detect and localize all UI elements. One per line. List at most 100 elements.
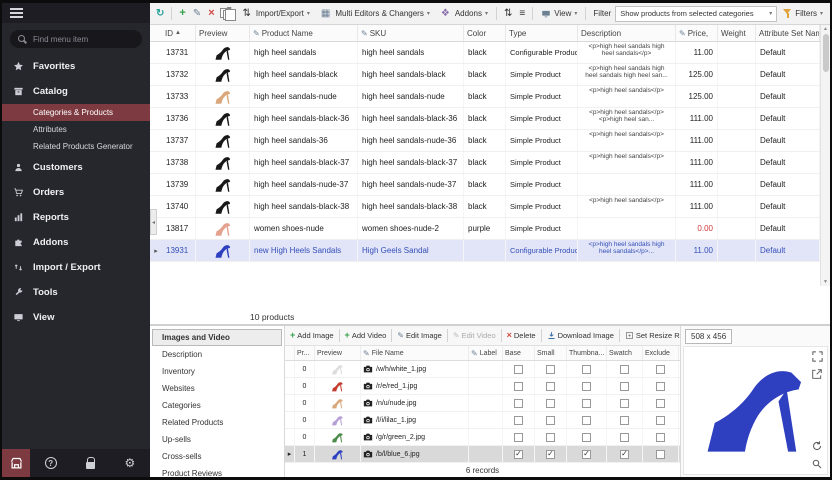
column-header-preview[interactable]: Preview bbox=[315, 346, 361, 360]
small-checkbox[interactable] bbox=[546, 399, 555, 408]
lock-icon[interactable] bbox=[86, 462, 95, 469]
scroll-down-icon[interactable]: ▼ bbox=[823, 279, 828, 285]
exclude-checkbox[interactable] bbox=[656, 382, 665, 391]
scroll-up-icon[interactable]: ▲ bbox=[823, 26, 828, 32]
column-header-preview[interactable]: Preview bbox=[196, 25, 250, 41]
sidebar-item-import-export[interactable]: Import / Export bbox=[2, 255, 150, 280]
column-header-label[interactable]: ✎Label bbox=[469, 346, 503, 360]
small-checkbox[interactable] bbox=[546, 433, 555, 442]
small-checkbox[interactable] bbox=[546, 365, 555, 374]
image-row[interactable]: 0/w/h/white_1.jpg bbox=[285, 361, 680, 378]
image-row[interactable]: 0/g/r/green_2.jpg bbox=[285, 429, 680, 446]
columns-button[interactable]: ≡ bbox=[517, 8, 527, 20]
product-row[interactable]: 13732high heel sandals-blackhigh heel sa… bbox=[150, 64, 830, 86]
help-icon[interactable]: ? bbox=[45, 457, 57, 469]
paste-button[interactable] bbox=[225, 8, 227, 20]
addons-menu[interactable]: ❖ Addons ▾ bbox=[436, 6, 491, 22]
delete-image-button[interactable]: ×Delete bbox=[505, 330, 538, 341]
multi-editors-menu[interactable]: ▦ Multi Editors & Changers ▾ bbox=[316, 6, 433, 22]
image-row[interactable]: 0/l/i/lilac_1.jpg bbox=[285, 412, 680, 429]
tab-related-products[interactable]: Related Products bbox=[152, 414, 282, 431]
column-header-description[interactable]: Description bbox=[578, 25, 676, 41]
product-row[interactable]: 13738high heel sandals-black-37high heel… bbox=[150, 152, 830, 174]
sort-button[interactable]: ⇅ bbox=[502, 8, 514, 20]
small-checkbox[interactable]: ✓ bbox=[546, 450, 555, 459]
column-header-weight[interactable]: Weight bbox=[718, 25, 756, 41]
base-checkbox[interactable]: ✓ bbox=[514, 450, 523, 459]
tab-inventory[interactable]: Inventory bbox=[152, 363, 282, 380]
column-header-file[interactable]: ✎File Name bbox=[361, 346, 469, 360]
swatch-checkbox[interactable] bbox=[620, 399, 629, 408]
delete-product-button[interactable]: × bbox=[206, 7, 216, 20]
sidebar-item-reports[interactable]: Reports bbox=[2, 205, 150, 230]
products-scrollbar[interactable]: ▲ ▼ bbox=[820, 25, 830, 286]
refresh-button[interactable]: ↻ bbox=[154, 8, 166, 20]
product-row[interactable]: 13733high heel sandals-nudehigh heel san… bbox=[150, 86, 830, 108]
column-header-type[interactable]: Type bbox=[506, 25, 578, 41]
external-link-icon[interactable] bbox=[811, 367, 824, 380]
column-header-id[interactable]: ID▲ bbox=[162, 25, 196, 41]
import-export-menu[interactable]: ⇅ Import/Export ▾ bbox=[237, 6, 312, 22]
base-checkbox[interactable] bbox=[514, 399, 523, 408]
column-header-sku[interactable]: ✎SKU bbox=[358, 25, 464, 41]
swatch-checkbox[interactable] bbox=[620, 365, 629, 374]
tab-up-sells[interactable]: Up-sells bbox=[152, 431, 282, 448]
swatch-checkbox[interactable] bbox=[620, 433, 629, 442]
thumbnail-checkbox[interactable]: ✓ bbox=[582, 450, 591, 459]
sidebar-item-attributes[interactable]: Attributes bbox=[2, 121, 150, 138]
exclude-checkbox[interactable] bbox=[656, 450, 665, 459]
rotate-icon[interactable] bbox=[811, 439, 824, 452]
column-header-marker[interactable] bbox=[285, 346, 295, 360]
swatch-checkbox[interactable] bbox=[620, 382, 629, 391]
collapse-panel-handle[interactable]: ◂ bbox=[150, 209, 157, 235]
copy-button[interactable] bbox=[220, 8, 222, 20]
base-checkbox[interactable] bbox=[514, 365, 523, 374]
thumbnail-checkbox[interactable] bbox=[582, 433, 591, 442]
sidebar-search-input[interactable]: Find menu item bbox=[10, 30, 142, 48]
small-checkbox[interactable] bbox=[546, 416, 555, 425]
sidebar-item-orders[interactable]: Orders bbox=[2, 180, 150, 205]
product-row[interactable]: 13737high heel sandals-36high heel sanda… bbox=[150, 130, 830, 152]
thumbnail-checkbox[interactable] bbox=[582, 399, 591, 408]
sidebar-item-view[interactable]: View bbox=[2, 305, 150, 330]
column-header-small[interactable]: Small bbox=[535, 346, 567, 360]
image-row[interactable]: ▸1/b/l/blue_6.jpg✓✓✓✓ bbox=[285, 446, 680, 463]
product-row[interactable]: ▸13931new High Heels SandalsHigh Geels S… bbox=[150, 240, 830, 262]
tab-description[interactable]: Description bbox=[152, 346, 282, 363]
product-row[interactable]: 13817women shoes-nudewomen shoes-nude-2p… bbox=[150, 218, 830, 240]
sidebar-item-catalog[interactable]: Catalog bbox=[2, 79, 150, 104]
tab-categories[interactable]: Categories bbox=[152, 397, 282, 414]
filters-button[interactable]: Filters ▾ bbox=[780, 7, 826, 21]
zoom-icon[interactable] bbox=[811, 457, 824, 470]
edit-image-button[interactable]: ✎Edit Image bbox=[395, 330, 444, 341]
view-menu[interactable]: View ▾ bbox=[538, 7, 580, 21]
add-image-button[interactable]: +Add Image bbox=[288, 330, 336, 341]
store-icon[interactable] bbox=[2, 449, 30, 477]
column-header-thumbnail[interactable]: Thumbna... bbox=[567, 346, 607, 360]
category-filter-select[interactable]: Show products from selected categories ▾ bbox=[615, 6, 777, 22]
exclude-checkbox[interactable] bbox=[656, 433, 665, 442]
sidebar-item-favorites[interactable]: Favorites bbox=[2, 54, 150, 79]
column-header-swatch[interactable]: Swatch bbox=[607, 346, 643, 360]
column-header-attr[interactable]: Attribute Set Name bbox=[756, 25, 820, 41]
edit-video-button[interactable]: ✎Edit Video bbox=[451, 330, 498, 341]
exclude-checkbox[interactable] bbox=[656, 416, 665, 425]
fullscreen-icon[interactable] bbox=[811, 350, 824, 363]
image-row[interactable]: 0/n/u/nude.jpg bbox=[285, 395, 680, 412]
exclude-checkbox[interactable] bbox=[656, 365, 665, 374]
product-row[interactable]: 13736high heel sandals-black-36high heel… bbox=[150, 108, 830, 130]
sidebar-item-tools[interactable]: Tools bbox=[2, 280, 150, 305]
tab-cross-sells[interactable]: Cross-sells bbox=[152, 448, 282, 465]
edit-product-button[interactable]: ✎ bbox=[191, 8, 203, 20]
thumbnail-checkbox[interactable] bbox=[582, 365, 591, 374]
sidebar-item-related-products-generator[interactable]: Related Products Generator bbox=[2, 138, 150, 155]
gear-icon[interactable]: ⚙ bbox=[125, 457, 136, 469]
column-header-exclude[interactable]: Exclude bbox=[643, 346, 679, 360]
scrollbar-thumb[interactable] bbox=[823, 34, 829, 72]
exclude-checkbox[interactable] bbox=[656, 399, 665, 408]
product-row[interactable]: 13739high heel sandals-nude-37high heel … bbox=[150, 174, 830, 196]
tab-websites[interactable]: Websites bbox=[152, 380, 282, 397]
sidebar-item-customers[interactable]: Customers bbox=[2, 155, 150, 180]
add-product-button[interactable]: + bbox=[177, 7, 187, 20]
base-checkbox[interactable] bbox=[514, 382, 523, 391]
